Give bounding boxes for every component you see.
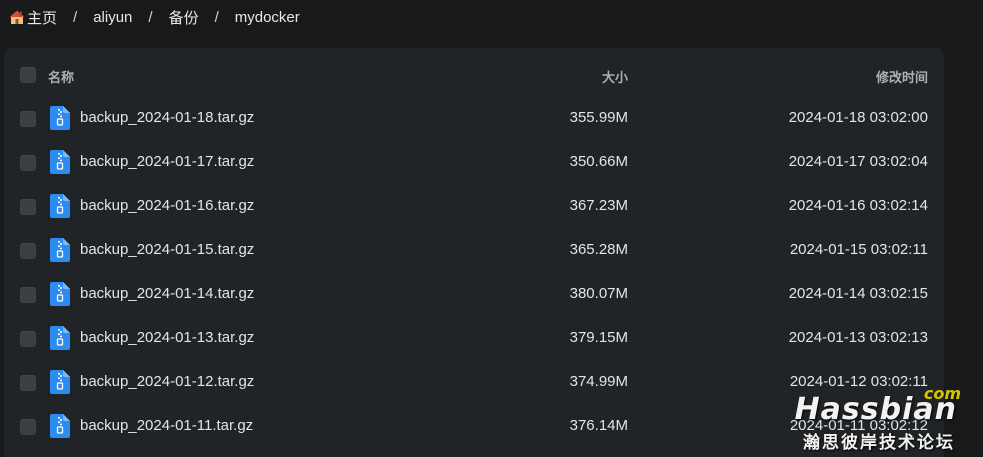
table-row[interactable]: backup_2024-01-15.tar.gz 365.28M 2024-01-1…	[4, 228, 944, 272]
zip-archive-icon	[50, 194, 70, 218]
file-list-panel: 名称 大小 修改时间 backup_2024-01-18.tar.gz 355.9…	[4, 48, 944, 457]
breadcrumb: 主页 / aliyun / 备份 / mydocker	[9, 6, 300, 28]
column-header-modified[interactable]: 修改时间	[876, 67, 928, 86]
zip-archive-icon	[50, 326, 70, 350]
select-all-checkbox[interactable]	[20, 67, 36, 83]
row-checkbox[interactable]	[20, 199, 36, 215]
zip-archive-icon	[50, 238, 70, 262]
file-name[interactable]: backup_2024-01-16.tar.gz	[80, 197, 254, 214]
row-checkbox[interactable]	[20, 111, 36, 127]
table-row[interactable]: backup_2024-01-18.tar.gz 355.99M 2024-01-1…	[4, 96, 944, 140]
breadcrumb-item-mydocker[interactable]: mydocker	[235, 9, 300, 26]
column-header-size[interactable]: 大小	[602, 67, 628, 86]
zip-archive-icon	[50, 150, 70, 174]
file-size: 367.23M	[569, 197, 628, 214]
file-modified-time: 2024-01-15 03:02:11	[789, 241, 928, 258]
column-header-name[interactable]: 名称	[48, 67, 74, 86]
file-size: 350.66M	[569, 153, 628, 170]
file-modified-time: 2024-01-12 03:02:11	[789, 373, 928, 390]
breadcrumb-separator: /	[73, 8, 78, 26]
row-checkbox[interactable]	[20, 419, 36, 435]
table-row[interactable]: backup_2024-01-12.tar.gz 374.99M 2024-01-1…	[4, 360, 944, 404]
zip-archive-icon	[50, 370, 70, 394]
table-row[interactable]: backup_2024-01-13.tar.gz 379.15M 2024-01-1…	[4, 316, 944, 360]
file-modified-time: 2024-01-13 03:02:13	[788, 329, 928, 346]
breadcrumb-separator: /	[214, 8, 219, 26]
file-modified-time: 2024-01-14 03:02:15	[788, 285, 928, 302]
file-modified-time: 2024-01-18 03:02:00	[788, 109, 928, 126]
breadcrumb-home[interactable]: 主页	[9, 7, 57, 28]
row-checkbox[interactable]	[20, 287, 36, 303]
table-header: 名称 大小 修改时间	[4, 48, 944, 100]
table-row[interactable]: backup_2024-01-16.tar.gz 367.23M 2024-01-1…	[4, 184, 944, 228]
row-checkbox[interactable]	[20, 375, 36, 391]
breadcrumb-item-aliyun[interactable]: aliyun	[93, 9, 132, 26]
file-name[interactable]: backup_2024-01-15.tar.gz	[80, 241, 254, 258]
table-row[interactable]: backup_2024-01-14.tar.gz 380.07M 2024-01-1…	[4, 272, 944, 316]
file-size: 365.28M	[569, 241, 628, 258]
file-modified-time: 2024-01-16 03:02:14	[788, 197, 928, 214]
file-size: 379.15M	[569, 329, 628, 346]
file-name[interactable]: backup_2024-01-11.tar.gz	[80, 417, 253, 434]
file-size: 374.99M	[569, 373, 628, 390]
file-browser: 主页 / aliyun / 备份 / mydocker 名称 大小 修改时间 b…	[0, 0, 983, 457]
breadcrumb-home-label: 主页	[27, 9, 58, 27]
table-row[interactable]: backup_2024-01-11.tar.gz 376.14M 2024-01-1…	[4, 404, 944, 448]
file-name[interactable]: backup_2024-01-18.tar.gz	[80, 109, 254, 126]
file-modified-time: 2024-01-11 03:02:12	[789, 417, 928, 434]
file-modified-time: 2024-01-17 03:02:04	[788, 153, 928, 170]
file-name[interactable]: backup_2024-01-13.tar.gz	[80, 329, 254, 346]
file-size: 380.07M	[569, 285, 628, 302]
row-checkbox[interactable]	[20, 155, 36, 171]
file-size: 376.14M	[569, 417, 628, 434]
row-checkbox[interactable]	[20, 331, 36, 347]
breadcrumb-item-backup[interactable]: 备份	[169, 7, 199, 28]
breadcrumb-separator: /	[148, 8, 153, 26]
house-icon	[9, 10, 25, 24]
zip-archive-icon	[50, 106, 70, 130]
row-checkbox[interactable]	[20, 243, 36, 259]
file-name[interactable]: backup_2024-01-17.tar.gz	[80, 153, 254, 170]
file-size: 355.99M	[569, 109, 628, 126]
table-row[interactable]: backup_2024-01-17.tar.gz 350.66M 2024-01-1…	[4, 140, 944, 184]
zip-archive-icon	[50, 282, 70, 306]
file-name[interactable]: backup_2024-01-14.tar.gz	[80, 285, 254, 302]
file-name[interactable]: backup_2024-01-12.tar.gz	[80, 373, 254, 390]
zip-archive-icon	[50, 414, 70, 438]
